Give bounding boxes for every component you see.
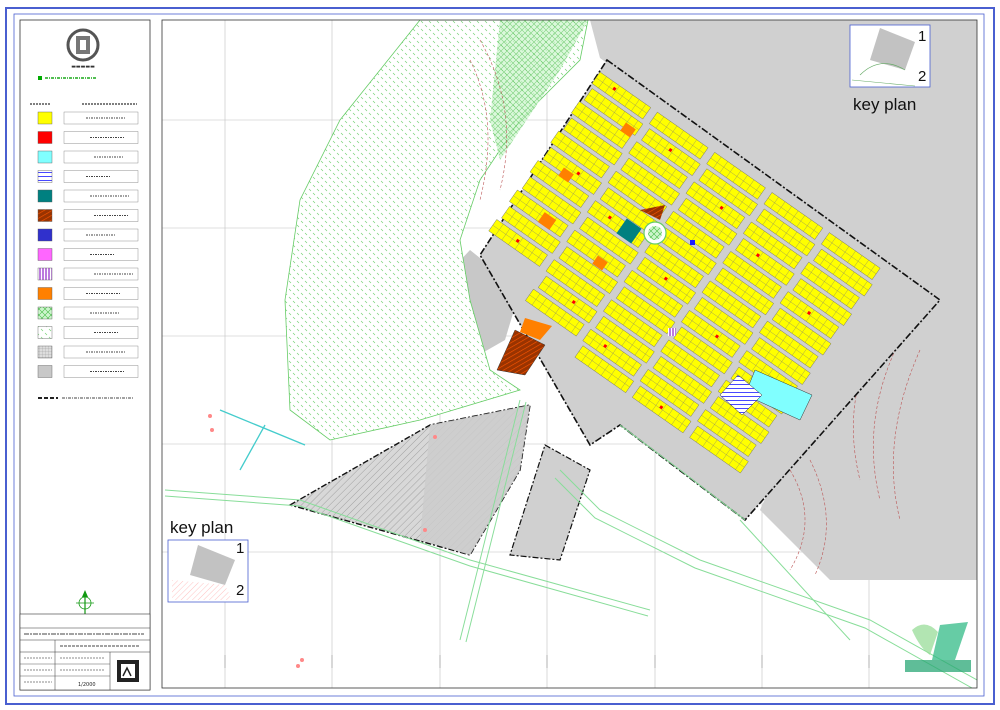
legend-panel: ▬▬▬▬▬ 1/2000 [19,19,151,691]
legend-swatch [37,111,53,125]
legend-swatch [37,209,53,222]
map-frame [162,20,977,688]
urban-plan-map: ▬▬▬▬▬ 1/2000 [5,7,995,705]
legend-swatch [37,131,53,144]
title-block: 1/2000 [19,613,151,691]
legend-swatch [37,248,53,261]
legend-swatch [37,150,53,164]
scale-label: 1/2000 [78,682,96,688]
key-plan-top-zone-2: 2 [918,68,927,85]
key-plan-bottom-zone-1: 1 [236,540,245,557]
legend-swatch [37,267,53,281]
legend-swatch [37,345,53,359]
legend-swatch [37,170,53,183]
health-parcel [690,240,695,245]
legend-swatch [37,228,53,242]
legend-swatch [37,287,53,300]
legend-swatch [37,189,53,203]
legend-swatch [37,365,53,378]
legend-swatch [37,326,53,339]
cultural-parcel [668,328,676,336]
map-sheet: ▬▬▬▬▬ 1/2000 key plan 1 2 key plan 1 2 [0,0,1000,710]
key-plan-bottom-label: key plan [170,518,234,537]
key-plan-top-label: key plan [853,95,917,114]
svg-text:▬▬▬▬▬: ▬▬▬▬▬ [71,64,95,70]
legend-swatch [37,306,53,320]
key-plan-top-zone-1: 1 [918,28,927,45]
key-plan-bottom-zone-2: 2 [236,582,245,599]
